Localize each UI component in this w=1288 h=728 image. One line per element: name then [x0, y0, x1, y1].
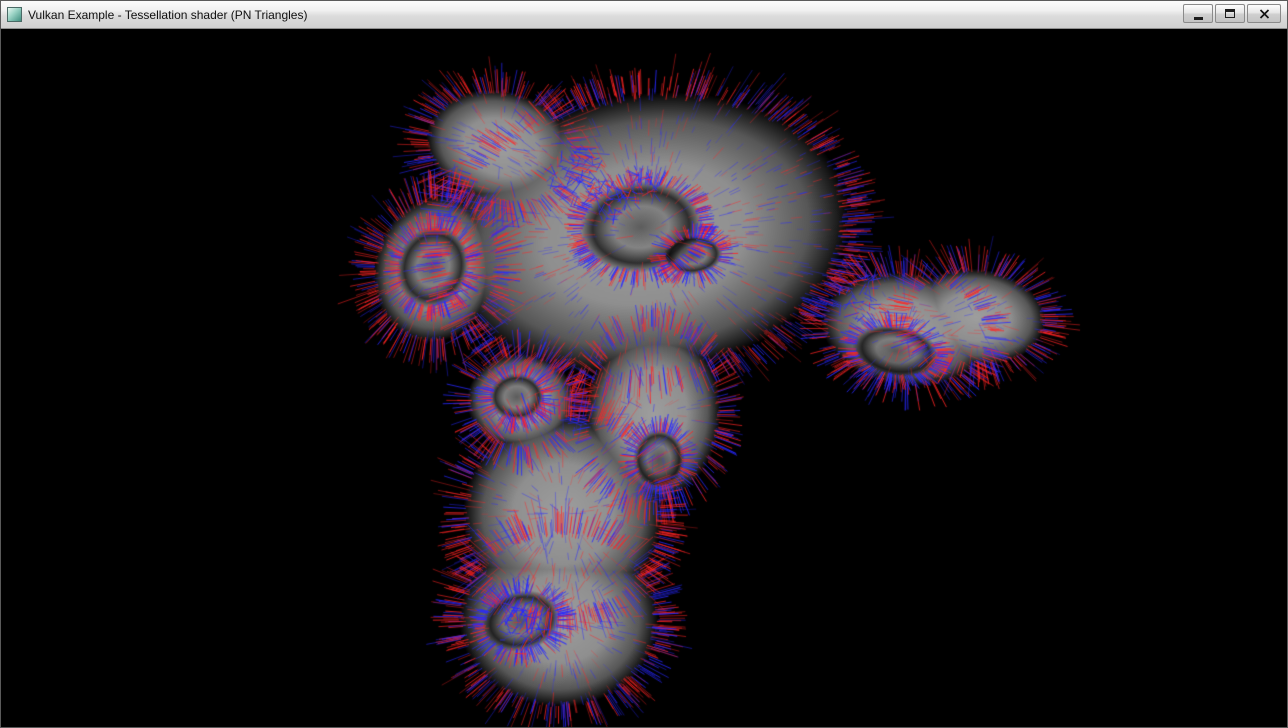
window-controls — [1183, 4, 1281, 23]
minimize-icon — [1194, 17, 1203, 20]
vulkan-example-window: Vulkan Example - Tessellation shader (PN… — [0, 0, 1288, 728]
maximize-icon — [1225, 9, 1235, 18]
app-icon — [7, 7, 22, 22]
close-button[interactable] — [1247, 4, 1281, 23]
close-icon — [1259, 9, 1270, 19]
title-bar[interactable]: Vulkan Example - Tessellation shader (PN… — [1, 1, 1287, 29]
viewport-canvas[interactable] — [1, 29, 1287, 727]
maximize-button[interactable] — [1215, 4, 1245, 23]
render-viewport — [1, 29, 1287, 727]
window-title: Vulkan Example - Tessellation shader (PN… — [28, 8, 307, 22]
minimize-button[interactable] — [1183, 4, 1213, 23]
